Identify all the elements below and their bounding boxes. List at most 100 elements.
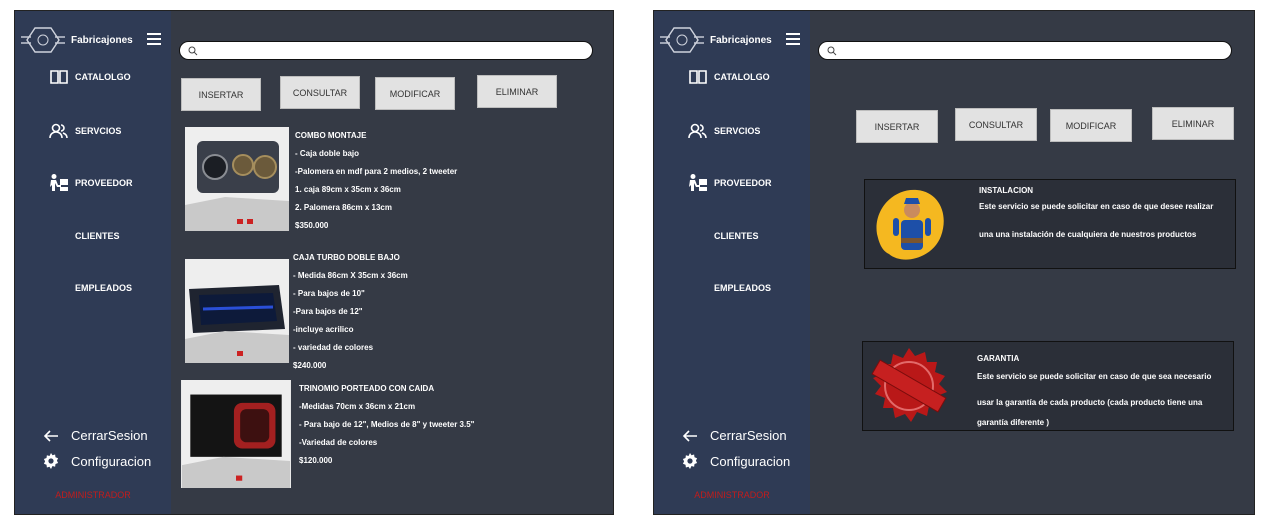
logout-link[interactable]: CerrarSesion xyxy=(682,428,787,443)
product-line: -Para bajos de 12" xyxy=(293,307,363,316)
product-image xyxy=(185,259,289,363)
nav-item-label: CLIENTES xyxy=(75,231,120,241)
sidebar: Fabricajones CATALOLGO SERVCIOS PROVEEDO… xyxy=(15,11,171,514)
nav-item-catalogo[interactable]: CATALOLGO xyxy=(49,67,131,87)
nav-item-label: EMPLEADOS xyxy=(714,283,772,293)
users-icon xyxy=(49,123,68,139)
nav-item-label: SERVCIOS xyxy=(75,126,122,136)
nav-item-label: CATALOLGO xyxy=(714,72,770,82)
service-description: garantía diferente ) xyxy=(977,418,1050,427)
service-card[interactable]: INSTALACION Este servicio se puede solic… xyxy=(864,179,1236,269)
nav-item-proveedor[interactable]: PROVEEDOR xyxy=(49,173,133,193)
product-name: TRINOMIO PORTEADO CON CAIDA xyxy=(299,384,435,393)
settings-label: Configuracion xyxy=(710,453,791,469)
product-line: -Medidas 70cm x 36cm x 21cm xyxy=(299,402,416,411)
search-bar[interactable] xyxy=(179,41,593,61)
search-icon xyxy=(188,46,198,56)
query-button[interactable]: CONSULTAR xyxy=(955,108,1037,141)
search-bar[interactable] xyxy=(818,41,1232,61)
service-description: Este servicio se puede solicitar en caso… xyxy=(977,372,1212,381)
brand-name: Fabricajones xyxy=(710,34,772,46)
logo-icon xyxy=(660,27,704,53)
logout-link[interactable]: CerrarSesion xyxy=(43,428,148,443)
catalog-item[interactable]: TRINOMIO PORTEADO CON CAIDA -Medidas 70c… xyxy=(181,380,511,498)
product-image xyxy=(185,127,289,231)
arrow-left-icon xyxy=(682,429,697,442)
product-line: - Caja doble bajo xyxy=(295,149,360,158)
nav-item-catalogo[interactable]: CATALOLGO xyxy=(688,67,770,87)
supplier-icon xyxy=(50,174,68,191)
product-name: COMBO MONTAJE xyxy=(295,131,367,140)
technician-image xyxy=(876,189,944,260)
warranty-seal-icon xyxy=(871,348,947,422)
catalog-screen: Fabricajones CATALOLGO SERVCIOS PROVEEDO… xyxy=(14,10,614,515)
search-input[interactable] xyxy=(180,43,592,61)
query-button[interactable]: CONSULTAR xyxy=(280,76,360,109)
product-line: - Para bajos de 10" xyxy=(293,289,365,298)
nav-item-label: PROVEEDOR xyxy=(714,178,772,188)
product-details: COMBO MONTAJE - Caja doble bajo -Palomer… xyxy=(295,127,457,235)
nav-item-empleados[interactable]: EMPLEADOS xyxy=(714,283,771,293)
main-content: INSERTAR CONSULTAR MODIFICAR ELIMINAR IN… xyxy=(810,11,1254,514)
product-line: - Para bajo de 12", Medios de 8" y tweet… xyxy=(299,420,475,429)
service-description: Este servicio se puede solicitar en caso… xyxy=(979,202,1214,211)
catalog-item[interactable]: COMBO MONTAJE - Caja doble bajo -Palomer… xyxy=(185,127,515,237)
insert-button[interactable]: INSERTAR xyxy=(856,110,938,143)
menu-icon[interactable] xyxy=(786,33,800,45)
product-price: $350.000 xyxy=(295,221,329,230)
brand: Fabricajones xyxy=(660,25,772,55)
insert-button[interactable]: INSERTAR xyxy=(181,78,261,111)
settings-link[interactable]: Configuracion xyxy=(682,453,790,469)
logo-icon xyxy=(21,27,65,53)
arrow-left-icon xyxy=(43,429,58,442)
product-line: - variedad de colores xyxy=(293,343,374,352)
brand: Fabricajones xyxy=(21,25,133,55)
product-price: $240.000 xyxy=(293,361,327,370)
nav-item-servicios[interactable]: SERVCIOS xyxy=(49,121,121,141)
product-line: - Medida 86cm X 35cm x 36cm xyxy=(293,271,408,280)
product-details: TRINOMIO PORTEADO CON CAIDA -Medidas 70c… xyxy=(299,380,474,470)
book-icon xyxy=(689,70,707,84)
logout-label: CerrarSesion xyxy=(710,428,787,443)
product-name: CAJA TURBO DOBLE BAJO xyxy=(293,253,400,262)
brand-name: Fabricajones xyxy=(71,34,133,46)
delete-button[interactable]: ELIMINAR xyxy=(1152,107,1234,140)
book-icon xyxy=(50,70,68,84)
modify-button[interactable]: MODIFICAR xyxy=(375,77,455,110)
nav-item-label: CATALOLGO xyxy=(75,72,131,82)
catalog-item[interactable]: CAJA TURBO DOBLE BAJO - Medida 86cm X 35… xyxy=(185,249,515,370)
product-price: $120.000 xyxy=(299,456,333,465)
nav-item-label: CLIENTES xyxy=(714,231,759,241)
services-screen: Fabricajones CATALOLGO SERVCIOS PROVEEDO… xyxy=(653,10,1255,515)
nav-item-proveedor[interactable]: PROVEEDOR xyxy=(688,173,772,193)
main-content: INSERTAR CONSULTAR MODIFICAR ELIMINAR CO… xyxy=(171,11,613,514)
settings-link[interactable]: Configuracion xyxy=(43,453,151,469)
gear-icon xyxy=(682,453,698,469)
search-input[interactable] xyxy=(819,43,1231,61)
product-details: CAJA TURBO DOBLE BAJO - Medida 86cm X 35… xyxy=(293,249,408,375)
service-description: usar la garantía de cada producto (cada … xyxy=(977,398,1203,407)
product-line: -Palomera en mdf para 2 medios, 2 tweete… xyxy=(295,167,458,176)
users-icon xyxy=(688,123,707,139)
nav-item-label: SERVCIOS xyxy=(714,126,761,136)
nav-item-clientes[interactable]: CLIENTES xyxy=(714,231,759,241)
role-label: ADMINISTRADOR xyxy=(55,490,131,500)
nav-item-clientes[interactable]: CLIENTES xyxy=(75,231,120,241)
supplier-icon xyxy=(689,174,707,191)
logout-label: CerrarSesion xyxy=(71,428,148,443)
product-image xyxy=(181,380,291,488)
product-line: 1. caja 89cm x 35cm x 36cm xyxy=(295,185,401,194)
product-line: -incluye acrilico xyxy=(293,325,354,334)
product-line: 2. Palomera 86cm x 13cm xyxy=(295,203,392,212)
modify-button[interactable]: MODIFICAR xyxy=(1050,109,1132,142)
gear-icon xyxy=(43,453,59,469)
nav-item-servicios[interactable]: SERVCIOS xyxy=(688,121,760,141)
menu-icon[interactable] xyxy=(147,33,161,45)
delete-button[interactable]: ELIMINAR xyxy=(477,75,557,108)
nav-item-empleados[interactable]: EMPLEADOS xyxy=(75,283,132,293)
service-title: GARANTIA xyxy=(977,354,1020,363)
service-title: INSTALACION xyxy=(979,186,1034,195)
settings-label: Configuracion xyxy=(71,453,152,469)
service-description: una una instalación de cualquiera de nue… xyxy=(979,230,1197,239)
service-card[interactable]: GARANTIA Este servicio se puede solicita… xyxy=(862,341,1234,431)
